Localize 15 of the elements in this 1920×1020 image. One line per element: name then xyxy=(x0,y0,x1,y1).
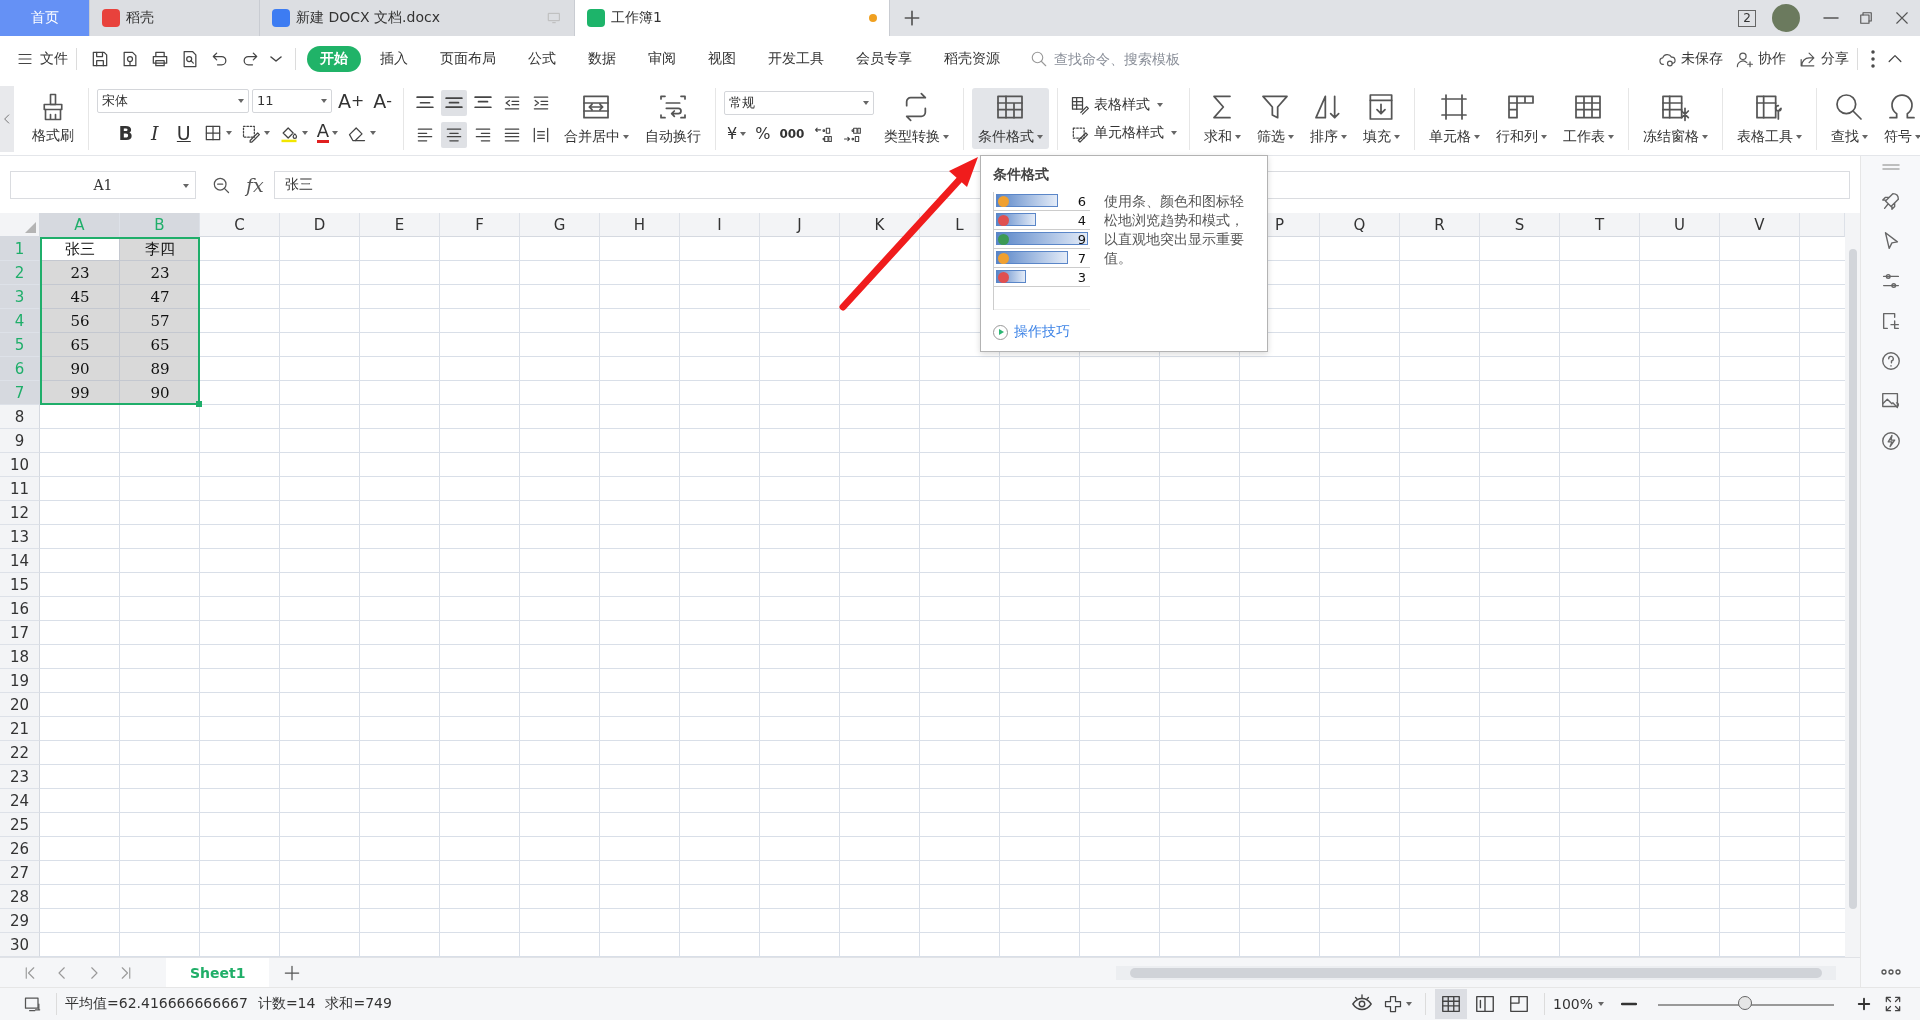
status-statistic: 求和=749 xyxy=(325,995,392,1013)
table-cell: 90 xyxy=(40,357,120,381)
table-cell: 23 xyxy=(120,261,200,285)
table-cell: 23 xyxy=(40,261,120,285)
table-cell: 65 xyxy=(40,333,120,357)
table-cell: 47 xyxy=(120,285,200,309)
table-cell: 56 xyxy=(40,309,120,333)
status-statistic: 计数=14 xyxy=(257,995,316,1013)
status-statistic: 平均值=62.416666666667 xyxy=(65,995,248,1013)
tooltip-title: 条件格式 xyxy=(993,166,1050,184)
data-bar-preview: 6 4 9 7 3 xyxy=(993,192,1090,310)
table-cell: 57 xyxy=(120,309,200,333)
table-cell: 45 xyxy=(40,285,120,309)
table-cell: 89 xyxy=(120,357,200,381)
table-cell: 65 xyxy=(120,333,200,357)
